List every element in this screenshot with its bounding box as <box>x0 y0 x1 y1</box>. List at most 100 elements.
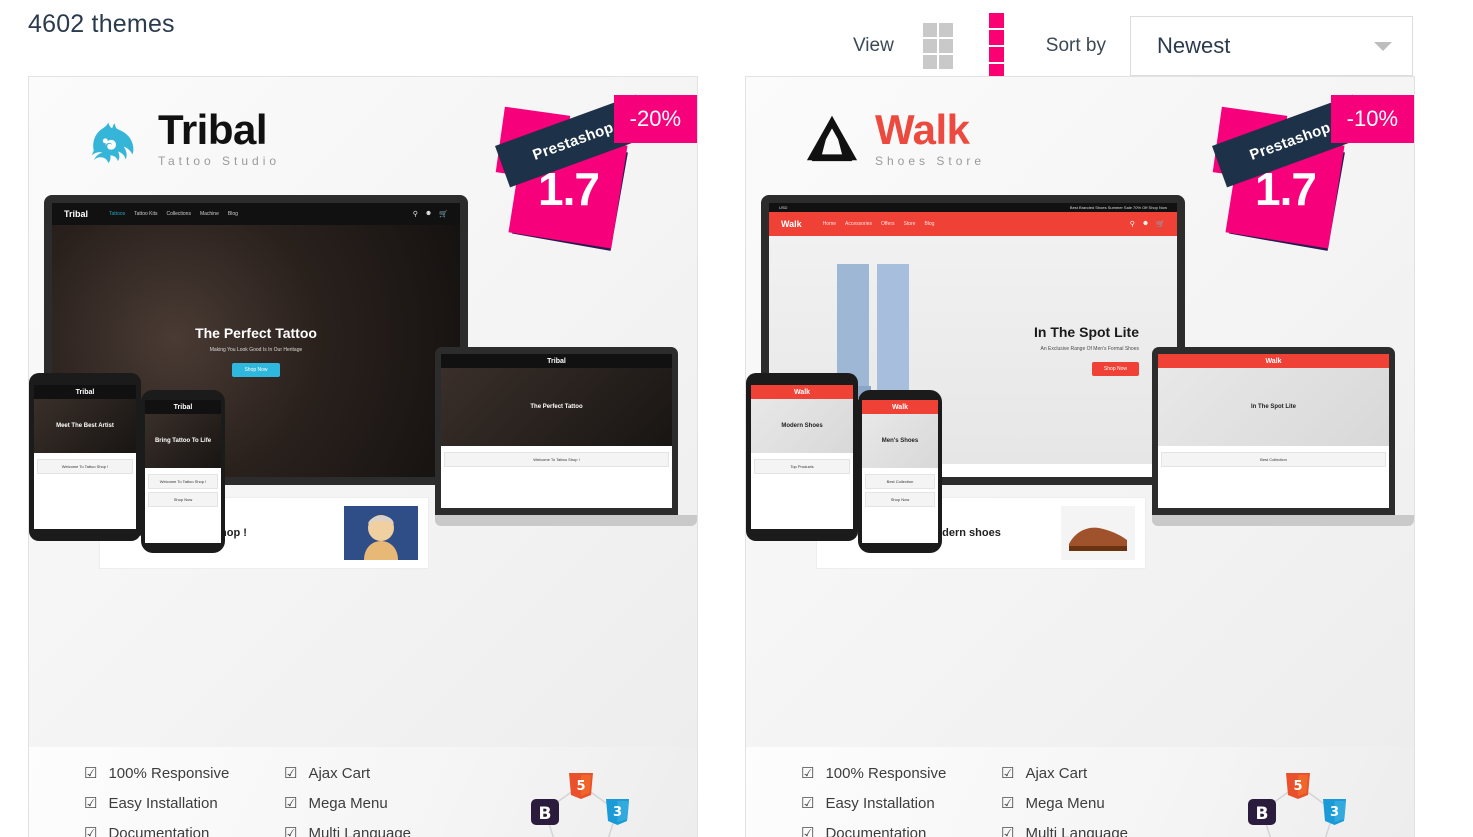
checkbox-checked-icon: ☑ <box>801 825 815 837</box>
device-mockup: Tribal Tattoos Tattoo Kits Collections M… <box>29 195 697 647</box>
css3-icon: 3 <box>1323 799 1346 825</box>
checkbox-checked-icon: ☑ <box>284 765 298 782</box>
preview-hero-title: In The Spot Lite <box>1034 324 1139 340</box>
features-left-column: ☑ 100% Responsive ☑ Easy Installation ☑ … <box>84 765 284 837</box>
grid-cell <box>922 55 937 69</box>
theme-features: ☑ 100% Responsive ☑ Easy Installation ☑ … <box>29 747 697 837</box>
svg-text:5: 5 <box>576 779 585 794</box>
preview-nav-item: Store <box>903 221 916 227</box>
theme-brand: Walk Shoes Store <box>801 109 985 167</box>
svg-text:3: 3 <box>613 805 622 820</box>
laptop-screen: Tribal The Perfect Tattoo Welcome To Tat… <box>441 354 672 508</box>
checkbox-checked-icon: ☑ <box>284 825 298 837</box>
tech-stack-wheel: 5 3 5 Ψ <box>525 765 637 837</box>
feature-label: Ajax Cart <box>1025 765 1088 782</box>
tablet-hero-title: Modern Shoes <box>751 399 853 453</box>
preview-strip-thumbnail <box>1061 506 1135 560</box>
checkbox-checked-icon: ☑ <box>1001 825 1015 837</box>
theme-brand: Tribal Tattoo Studio <box>84 109 280 167</box>
feature-item: ☑ Mega Menu <box>284 795 411 812</box>
theme-card-grid: Tribal Tattoo Studio 1.7 Prestashop -20% <box>0 76 1473 837</box>
phone-cta: Shop Now <box>865 492 935 507</box>
tablet-hero-title: Meet The Best Artist <box>34 399 136 453</box>
view-label: View <box>852 35 894 56</box>
svg-text:3: 3 <box>1330 805 1339 820</box>
css3-icon: 3 <box>606 799 629 825</box>
feature-label: Ajax Cart <box>308 765 371 782</box>
preview-nav-icons: ⚲ ☻ 🛒 <box>413 210 448 218</box>
grid-cell <box>988 13 1004 28</box>
laptop-base <box>435 515 697 526</box>
preview-topbar-right: Best Branded Shoes Summer Sale 70% Off S… <box>1069 205 1167 210</box>
theme-card[interactable]: Walk Shoes Store 1.7 Prestashop -10% USD… <box>745 76 1415 837</box>
phone-hero-title: Bring Tattoo To Life <box>145 414 221 468</box>
theme-card[interactable]: Tribal Tattoo Studio 1.7 Prestashop -20% <box>28 76 698 837</box>
cart-icon: 🛒 <box>439 211 448 218</box>
laptop-base <box>1152 515 1414 526</box>
grid-cell <box>988 47 1004 62</box>
phone-body: Best Collection Shop Now <box>862 468 938 513</box>
tablet-body: Top Products <box>751 453 853 480</box>
grid-2-column-icon[interactable] <box>984 8 1024 84</box>
feature-label: Easy Installation <box>825 795 935 812</box>
laptop-screen: Walk In The Spot Lite Best Collection <box>1158 354 1389 508</box>
bootstrap-icon: B <box>531 799 559 825</box>
laptop-mockup: Tribal The Perfect Tattoo Welcome To Tat… <box>435 347 697 533</box>
laptop-lid: Tribal The Perfect Tattoo Welcome To Tat… <box>435 347 678 515</box>
phone-mockup: Tribal Bring Tattoo To Life Welcome To T… <box>141 390 225 553</box>
preview-nav-item: Machine <box>199 211 219 217</box>
checkbox-checked-icon: ☑ <box>284 795 298 812</box>
feature-item: ☑ Documentation <box>801 825 1001 837</box>
preview-nav-item: Collections <box>166 211 191 217</box>
html5-icon: 5 <box>569 773 593 799</box>
preview-nav-icons: ⚲ ☻ 🛒 <box>1130 220 1165 228</box>
preview-nav: Walk Home Accessories Offers Store Blog … <box>769 212 1177 236</box>
checkbox-checked-icon: ☑ <box>801 765 815 782</box>
grid-3-column-icon[interactable] <box>918 18 972 74</box>
grid-cell <box>988 30 1004 45</box>
features-left-column: ☑ 100% Responsive ☑ Easy Installation ☑ … <box>801 765 1001 837</box>
preview-nav-item: Accessories <box>845 221 872 227</box>
preview-nav-item: Home <box>822 221 837 227</box>
brand-name: Walk <box>875 106 970 153</box>
checkbox-checked-icon: ☑ <box>84 795 98 812</box>
tablet-screen: Tribal Meet The Best Artist Welcome To T… <box>34 385 136 529</box>
view-and-sort-controls: View Sort by Newest <box>853 8 1413 84</box>
search-icon: ⚲ <box>1129 221 1135 228</box>
preview-mini-nav: Tribal <box>441 354 672 368</box>
tablet-mockup: Walk Modern Shoes Top Products <box>746 373 858 541</box>
chevron-down-icon <box>1374 41 1392 51</box>
svg-text:B: B <box>539 804 552 824</box>
theme-preview: Walk Shoes Store 1.7 Prestashop -10% USD… <box>746 77 1414 747</box>
tribal-horse-logo-icon <box>84 110 146 166</box>
user-icon: ☻ <box>424 210 433 217</box>
grid-cell <box>922 39 937 53</box>
checkbox-checked-icon: ☑ <box>1001 765 1015 782</box>
preview-mini-nav: Tribal <box>34 385 136 399</box>
grid-cell <box>938 23 953 37</box>
preview-nav-logo: Tribal <box>64 209 89 219</box>
tablet-screen: Walk Modern Shoes Top Products <box>751 385 853 529</box>
feature-label: 100% Responsive <box>825 765 947 782</box>
feature-item: ☑ Easy Installation <box>801 795 1001 812</box>
preview-mini-nav: Walk <box>751 385 853 399</box>
brand-text: Walk Shoes Store <box>875 106 985 168</box>
theme-features: ☑ 100% Responsive ☑ Easy Installation ☑ … <box>746 747 1414 837</box>
laptop-mockup: Walk In The Spot Lite Best Collection <box>1152 347 1414 533</box>
feature-label: Mega Menu <box>1025 795 1105 812</box>
preview-topbar-left: USD <box>779 205 788 210</box>
results-count: 4602 themes <box>28 10 175 38</box>
brand-text: Tribal Tattoo Studio <box>158 109 280 168</box>
preview-topbar: USD Best Branded Shoes Summer Sale 70% O… <box>769 203 1177 212</box>
checkbox-checked-icon: ☑ <box>1001 795 1015 812</box>
cart-icon: 🛒 <box>1156 221 1165 228</box>
discount-badge: -20% <box>613 95 697 143</box>
phone-cta: Shop Now <box>148 492 218 507</box>
tablet-mockup: Tribal Meet The Best Artist Welcome To T… <box>29 373 141 541</box>
walk-triangle-logo-icon <box>801 110 863 166</box>
preview-nav-item: Blog <box>924 221 935 227</box>
sort-by-select[interactable]: Newest <box>1130 16 1413 76</box>
preview-hero-cta: Shop Now <box>232 363 280 377</box>
feature-label: Multi Language <box>308 825 412 837</box>
preview-nav-item: Tattoo Kits <box>134 211 158 217</box>
